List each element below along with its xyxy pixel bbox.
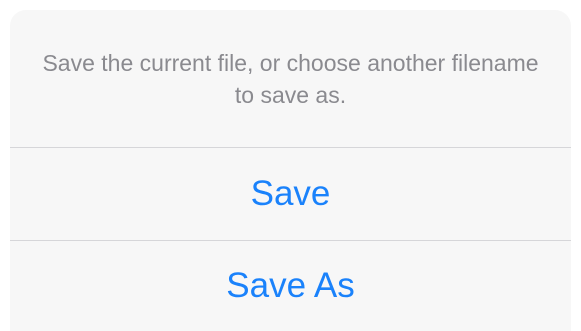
save-button[interactable]: Save	[10, 148, 571, 240]
save-as-button[interactable]: Save As	[10, 241, 571, 331]
action-sheet: Save the current file, or choose another…	[10, 10, 571, 331]
action-sheet-message-area: Save the current file, or choose another…	[10, 10, 571, 147]
action-sheet-message: Save the current file, or choose another…	[42, 49, 539, 108]
